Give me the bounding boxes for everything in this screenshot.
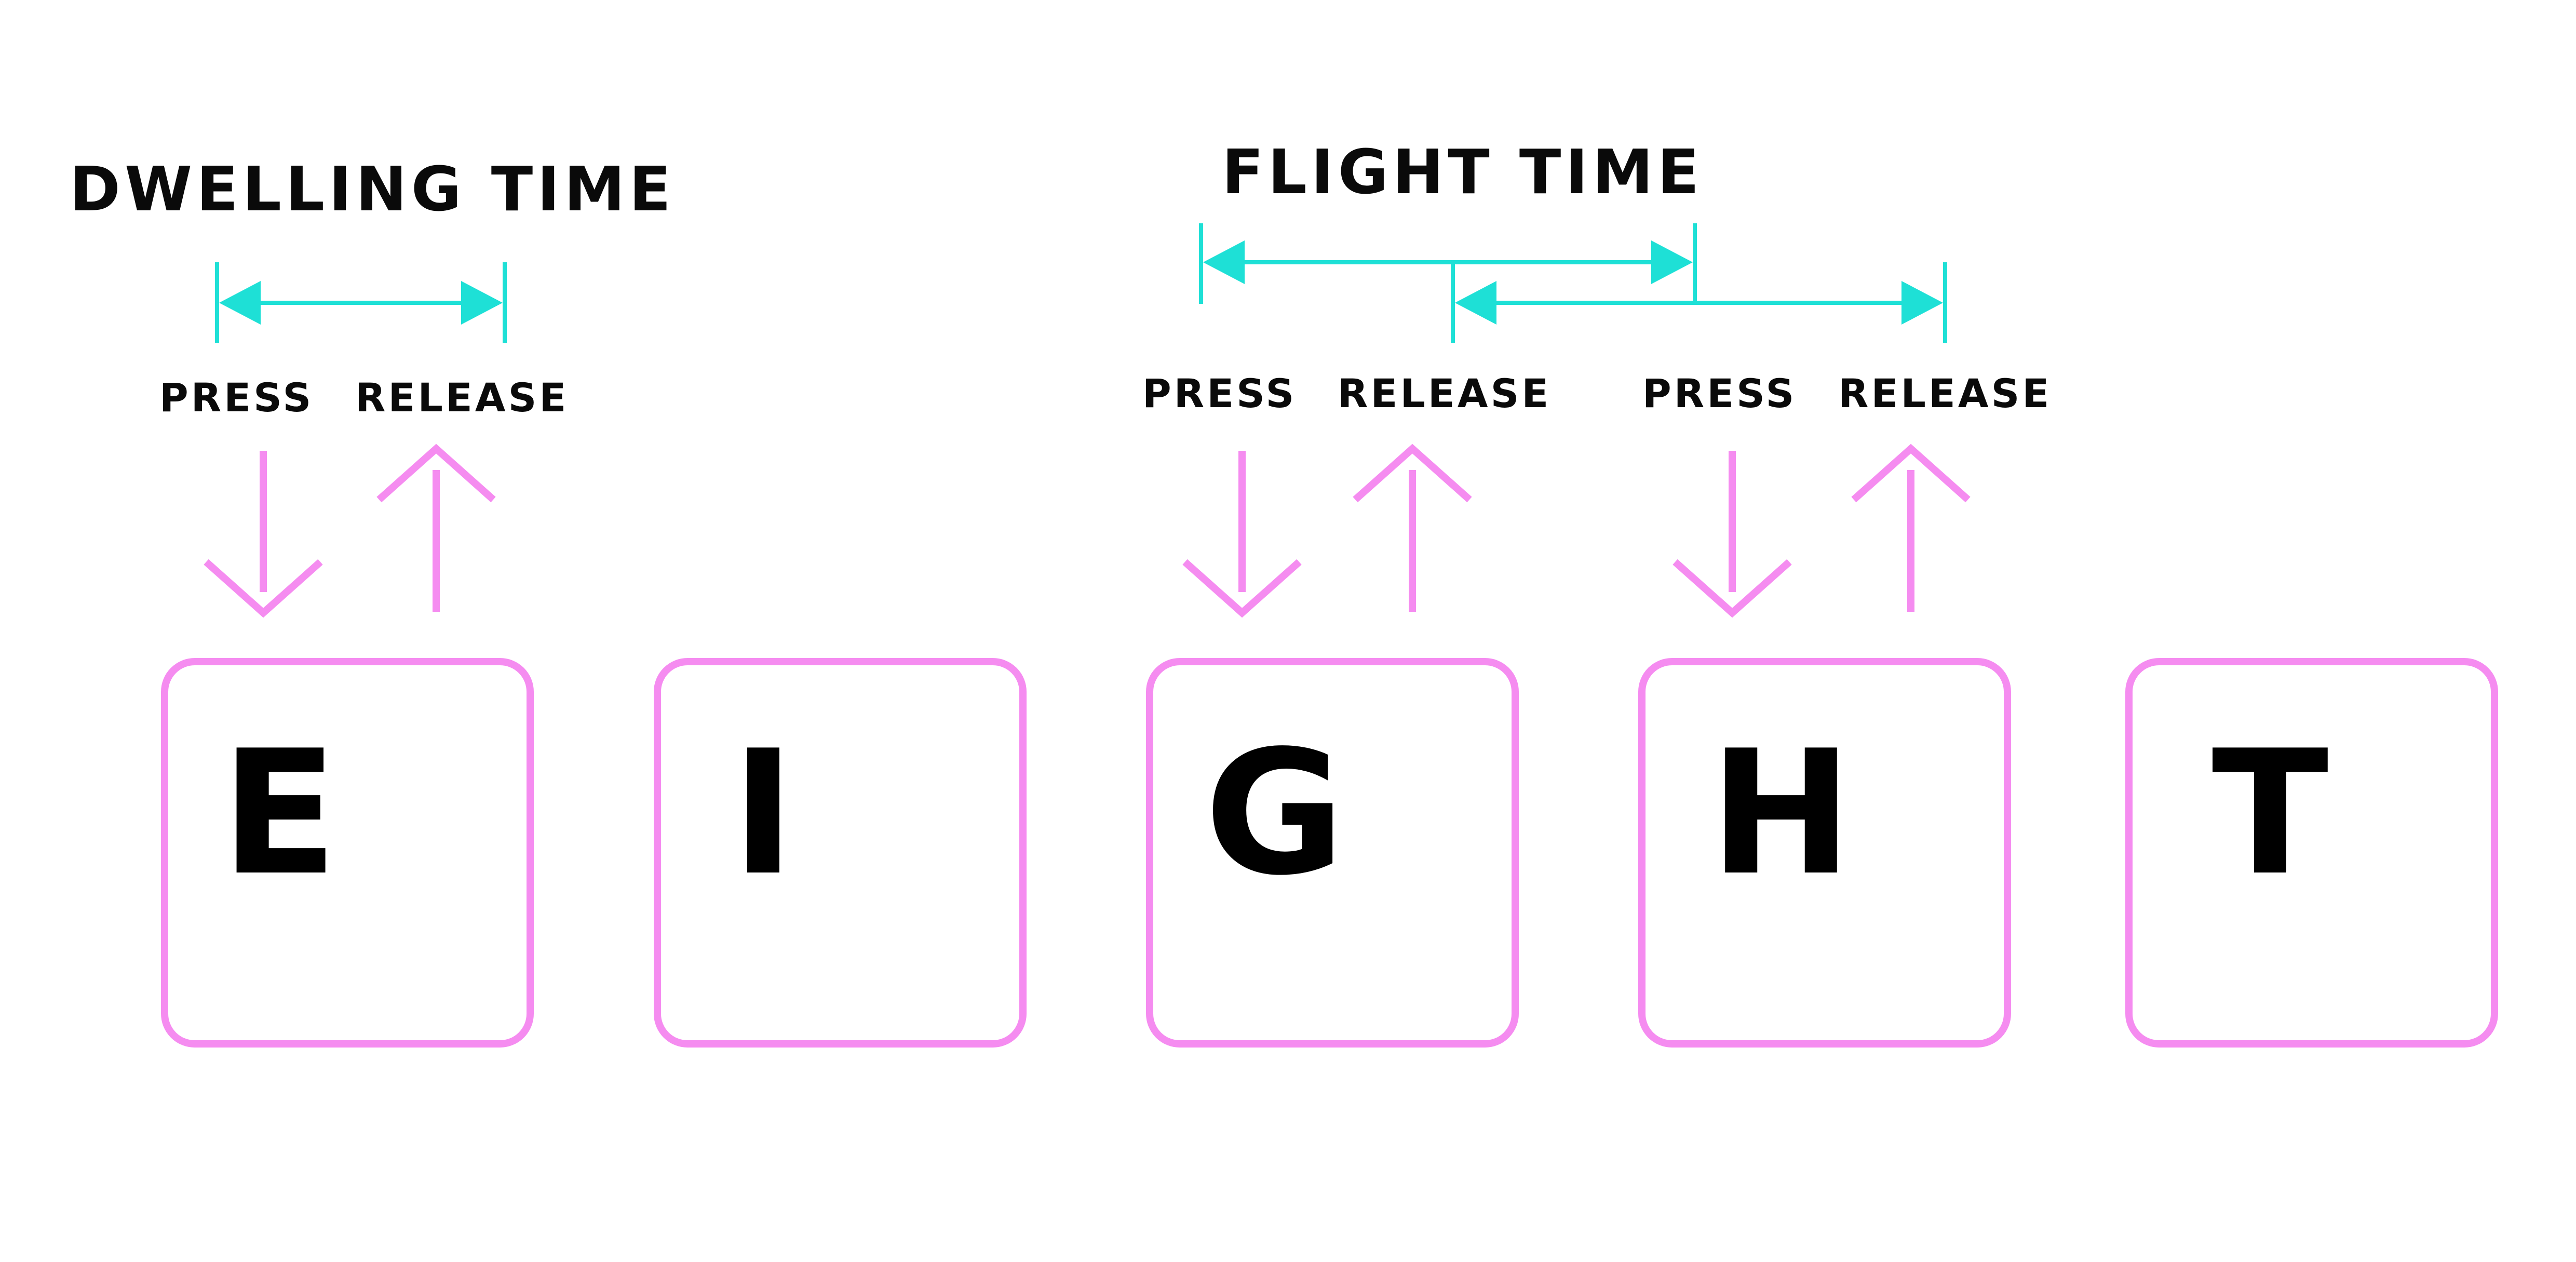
bracket-arrowhead-left	[1203, 240, 1245, 284]
flight-time-bracket-lower	[1451, 262, 1947, 343]
key-g: G	[1146, 658, 1519, 1048]
release-arrow-h	[1851, 444, 1971, 612]
press-label-e: PRESS	[159, 374, 314, 421]
dwelling-time-bracket	[215, 262, 507, 343]
key-e: E	[161, 658, 534, 1048]
key-t: T	[2125, 658, 2498, 1048]
bracket-arrowhead-left	[1455, 281, 1496, 325]
press-label-h: PRESS	[1642, 370, 1797, 417]
release-label-g: RELEASE	[1338, 370, 1551, 417]
bracket-arrowhead-right	[461, 281, 503, 325]
press-arrow-h	[1673, 451, 1792, 618]
key-outline	[161, 658, 534, 1048]
key-h: H	[1638, 658, 2011, 1048]
bracket-arrowhead-left	[219, 281, 261, 325]
press-arrow-e	[204, 451, 323, 618]
press-arrow-g	[1182, 451, 1302, 618]
release-arrow-g	[1353, 444, 1472, 612]
key-letter: H	[1709, 714, 1853, 913]
keystroke-timing-diagram: DWELLING TIME FLIGHT TIME PRESS RELEASE …	[70, 136, 2498, 1048]
flight-time-bracket-upper	[1199, 223, 1697, 304]
release-label-e: RELEASE	[355, 374, 569, 421]
key-letter: E	[221, 714, 338, 913]
bracket-arrowhead-right	[1651, 240, 1693, 284]
key-letter: T	[2211, 714, 2329, 913]
key-letter: I	[732, 714, 795, 913]
release-label-h: RELEASE	[1838, 370, 2052, 417]
key-i: I	[654, 658, 1027, 1048]
flight-time-title: FLIGHT TIME	[1222, 136, 1703, 208]
key-outline	[654, 658, 1027, 1048]
release-arrow-e	[376, 444, 496, 612]
dwelling-time-title: DWELLING TIME	[70, 153, 675, 225]
press-label-g: PRESS	[1142, 370, 1297, 417]
bracket-arrowhead-right	[1901, 281, 1943, 325]
key-letter: G	[1205, 714, 1345, 913]
